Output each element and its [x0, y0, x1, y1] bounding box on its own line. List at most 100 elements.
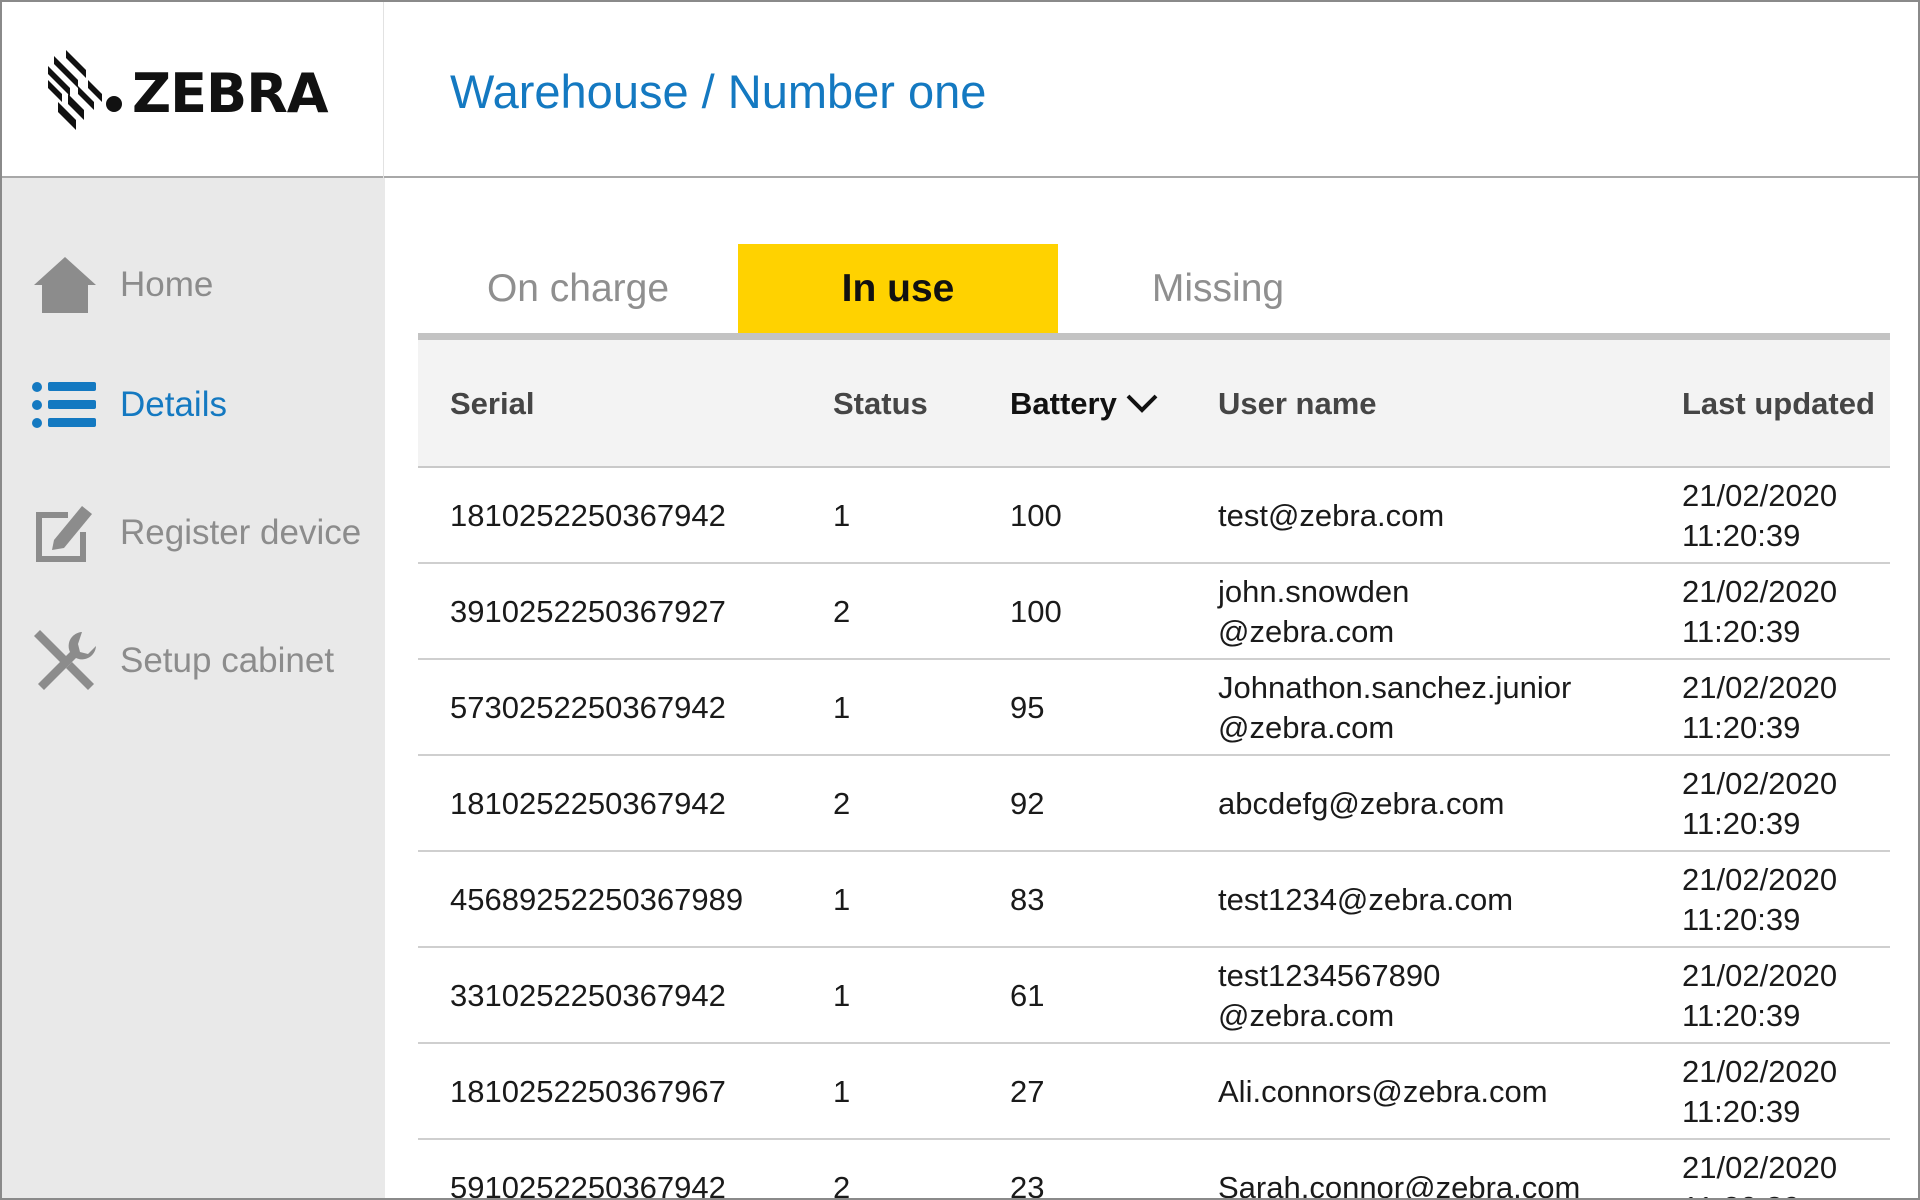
cell-battery: 83	[1010, 882, 1045, 917]
tools-icon	[32, 628, 98, 694]
chevron-down-icon[interactable]	[1125, 393, 1159, 415]
cell-user-name: Sarah.connor@zebra.com	[1218, 1140, 1581, 1200]
tab-bar: On charge In use Missing	[418, 244, 1890, 340]
cell-user-name-line: john.snowden	[1218, 574, 1410, 609]
cell-last-updated: 21/02/2020 11:20:39	[1682, 660, 1837, 756]
cell-status: 2	[833, 594, 851, 629]
cell-battery: 100	[1010, 594, 1062, 629]
cell-last-updated: 21/02/2020 11:20:39	[1682, 948, 1837, 1044]
cell-user-name-line: @zebra.com	[1218, 998, 1395, 1033]
devices-table: Serial Status Battery User name Last upd…	[418, 340, 1890, 1200]
cell-serial: 45689252250367989	[450, 882, 744, 917]
sidebar-item-label: Home	[120, 265, 214, 304]
column-header-user-name[interactable]: User name	[1218, 340, 1377, 468]
cell-user-name: john.snowden @zebra.com	[1218, 564, 1409, 660]
cell-user-name-line: @zebra.com	[1218, 710, 1395, 745]
cell-serial: 1810252250367942	[450, 498, 726, 533]
cell-last-updated-line: 11:20:39	[1682, 518, 1801, 553]
list-icon	[32, 372, 98, 438]
cell-last-updated-line: 21/02/2020	[1682, 1054, 1838, 1089]
cell-last-updated-line: 21/02/2020	[1682, 766, 1838, 801]
table-row[interactable]: 1810252250367942 1 100 test@zebra.com 21/02/…	[418, 468, 1890, 564]
cell-status: 2	[833, 786, 851, 821]
home-icon	[32, 252, 98, 318]
column-header-label: Battery	[1010, 386, 1117, 421]
column-header-battery[interactable]: Battery	[1010, 340, 1159, 468]
cell-last-updated: 21/02/2020 11:20:39	[1682, 852, 1837, 948]
cell-last-updated-line: 21/02/2020	[1682, 1150, 1838, 1185]
logo: ZEBRA	[2, 2, 384, 178]
main-content: On charge In use Missing Serial Status B…	[385, 178, 1918, 1200]
cell-serial: 1810252250367942	[450, 786, 726, 821]
table-row[interactable]: 3310252250367942 1 61 test1234567890 @zebra.…	[418, 948, 1890, 1044]
cell-last-updated: 21/02/2020 11:20:39	[1682, 468, 1837, 564]
cell-last-updated: 21/02/2020 11:20:39	[1682, 756, 1837, 852]
cell-battery: 100	[1010, 498, 1062, 533]
cell-serial: 1810252250367967	[450, 1074, 726, 1109]
table-row[interactable]: 1810252250367942 2 92 abcdefg@zebra.com 21/0…	[418, 756, 1890, 852]
cell-status: 1	[833, 498, 851, 533]
cell-last-updated-line: 11:20:39	[1682, 614, 1801, 649]
cell-status: 1	[833, 1074, 851, 1109]
cell-user-name: abcdefg@zebra.com	[1218, 756, 1505, 852]
cell-status: 1	[833, 690, 851, 725]
cell-serial: 5910252250367942	[450, 1170, 726, 1200]
cell-user-name-line: abcdefg@zebra.com	[1218, 786, 1505, 821]
cell-serial: 3310252250367942	[450, 978, 726, 1013]
cell-last-updated-line: 11:20:39	[1682, 998, 1801, 1033]
cell-user-name: Ali.connors@zebra.com	[1218, 1044, 1548, 1140]
sidebar-item-label: Details	[120, 385, 227, 424]
sidebar-item-details[interactable]: Details	[32, 365, 372, 445]
tab-in-use[interactable]: In use	[738, 244, 1058, 333]
cell-user-name-line: test@zebra.com	[1218, 498, 1445, 533]
cell-last-updated-line: 11:20:39	[1682, 806, 1801, 841]
cell-last-updated-line: 11:20:39	[1682, 710, 1801, 745]
sidebar-item-register-device[interactable]: Register device	[32, 493, 372, 573]
header: ZEBRA Warehouse / Number one	[2, 2, 1918, 178]
cell-serial: 5730252250367942	[450, 690, 726, 725]
table-row[interactable]: 5910252250367942 2 23 Sarah.connor@zebra.co…	[418, 1140, 1890, 1200]
cell-user-name-line: @zebra.com	[1218, 614, 1395, 649]
cell-last-updated-line: 21/02/2020	[1682, 958, 1838, 993]
sidebar-item-setup-cabinet[interactable]: Setup cabinet	[32, 621, 372, 701]
cell-battery: 95	[1010, 690, 1045, 725]
cell-user-name-line: Ali.connors@zebra.com	[1218, 1074, 1548, 1109]
cell-user-name-line: test1234567890	[1218, 958, 1441, 993]
cell-status: 2	[833, 1170, 851, 1200]
cell-user-name: Johnathon.sanchez.junior @zebra.com	[1218, 660, 1571, 756]
sidebar-item-label: Setup cabinet	[120, 641, 335, 680]
app-window: ZEBRA Warehouse / Number one Home Detail…	[0, 0, 1920, 1200]
cell-user-name: test1234@zebra.com	[1218, 852, 1513, 948]
column-header-status[interactable]: Status	[833, 340, 928, 468]
cell-last-updated-line: 11:20:39	[1682, 1188, 1800, 1198]
table-row[interactable]: 5730252250367942 1 95 Johnathon.sanchez.jun…	[418, 660, 1890, 756]
cell-battery: 61	[1010, 978, 1045, 1013]
cell-status: 1	[833, 978, 851, 1013]
cell-last-updated-line: 21/02/2020	[1682, 670, 1838, 705]
cell-last-updated-line: 11:20:39	[1682, 902, 1801, 937]
cell-user-name-line: Johnathon.sanchez.junior	[1218, 670, 1572, 705]
cell-last-updated: 21/02/2020 11:20:39	[1682, 1140, 1838, 1198]
column-header-serial[interactable]: Serial	[450, 340, 534, 468]
sidebar-item-home[interactable]: Home	[32, 245, 372, 325]
cell-last-updated-line: 21/02/2020	[1682, 862, 1838, 897]
cell-battery: 92	[1010, 786, 1045, 821]
table-row[interactable]: 3910252250367927 2 100 john.snowden @zebra.c…	[418, 564, 1890, 660]
sidebar: Home Details Register device Setup cabin…	[2, 178, 385, 1198]
table-body: 1810252250367942 1 100 test@zebra.com 21/02/…	[418, 468, 1890, 1200]
cell-status: 1	[833, 882, 851, 917]
cell-serial: 3910252250367927	[450, 594, 726, 629]
cell-user-name: test1234567890 @zebra.com	[1218, 948, 1440, 1044]
cell-user-name: test@zebra.com	[1218, 468, 1444, 564]
cell-user-name-line: test1234@zebra.com	[1218, 882, 1514, 917]
table-row[interactable]: 1810252250367967 1 27 Ali.connors@zebra.com…	[418, 1044, 1890, 1140]
tab-missing[interactable]: Missing	[1058, 244, 1378, 333]
table-row[interactable]: 45689252250367989 1 83 test1234@zebra.com 21…	[418, 852, 1890, 948]
cell-battery: 23	[1010, 1170, 1045, 1200]
tab-on-charge[interactable]: On charge	[418, 244, 738, 333]
column-header-last-updated[interactable]: Last updated	[1682, 340, 1875, 468]
cell-user-name-line: Sarah.connor@zebra.com	[1218, 1170, 1581, 1200]
page-title: Warehouse / Number one	[450, 65, 987, 118]
table-header: Serial Status Battery User name Last upd…	[418, 340, 1890, 468]
cell-last-updated: 21/02/2020 11:20:39	[1682, 564, 1837, 660]
